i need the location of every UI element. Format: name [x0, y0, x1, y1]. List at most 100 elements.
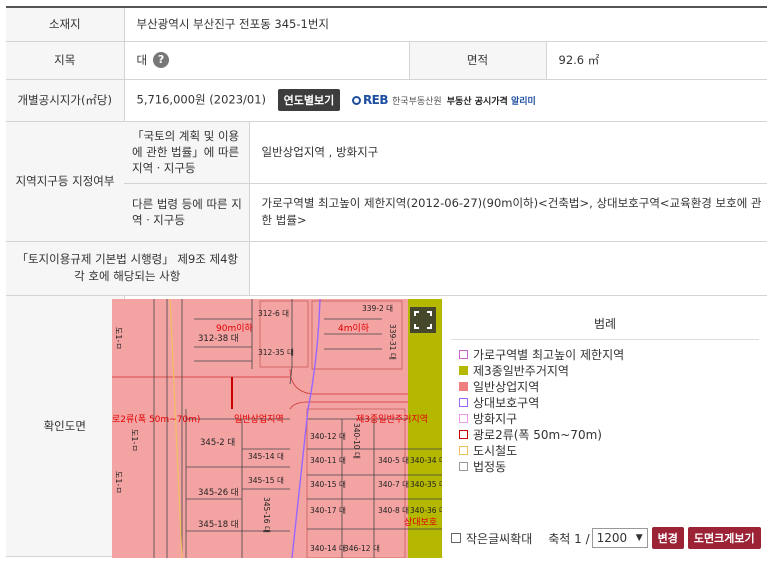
legend-item: 도시철도 — [459, 443, 624, 459]
legend-item-label: 방화지구 — [473, 412, 518, 426]
fullscreen-icon[interactable] — [410, 307, 436, 333]
parcel-label: 312-38 대 — [198, 334, 239, 344]
value-price: 5,716,000원 (2023/01) — [136, 92, 267, 107]
legend-footer: 작은글씨확대 축척 1 / 1200 ▼ 변경 도면크게보기 — [451, 527, 763, 549]
parcel-label: 340-10 대 — [352, 423, 361, 459]
parcel-label: 345-2 대 — [200, 438, 235, 448]
legend-item: 일반상업지역 — [459, 379, 624, 395]
reb-alarm-suffix: 알리미 — [510, 96, 536, 107]
enlarge-map-button[interactable]: 도면크게보기 — [687, 527, 761, 549]
legend-swatch-icon — [459, 414, 468, 423]
change-scale-button[interactable]: 변경 — [651, 527, 684, 549]
reb-link[interactable]: REB 한국부동산원 부동산 공시가격 알리미 — [351, 93, 536, 107]
yearly-view-button[interactable]: 연도별보기 — [277, 89, 341, 111]
chevron-down-icon: ▼ — [635, 533, 643, 543]
row-enforce: 「토지이용규제 기본법 시행령」 제9조 제4항 각 호에 해당되는 사항 — [6, 240, 768, 296]
road-label: 도1-ㅁ — [114, 327, 123, 350]
value-address: 부산광역시 부산진구 전포동 345-1번지 — [123, 6, 768, 42]
reb-alarm-prefix: 부동산 공시가격 — [446, 96, 508, 107]
parcel-label: 345-18 대 — [198, 520, 239, 530]
scale-select[interactable]: 1200 ▼ — [591, 528, 648, 548]
legend-item-label: 가로구역별 최고높이 제한지역 — [473, 348, 625, 362]
parcel-label: 340-8 대 — [378, 506, 409, 515]
row-zone-1: 지역지구등 지정여부 「국토의 계획 및 이용에 관한 법률」에 따른 지역ㆍ지… — [6, 120, 768, 242]
legend-swatch-icon — [459, 398, 468, 407]
help-icon[interactable]: ? — [153, 52, 170, 69]
reb-alarm: 부동산 공시가격 알리미 — [447, 94, 536, 107]
legend-item: 법정동 — [459, 459, 624, 475]
legend-swatch-icon — [459, 462, 468, 471]
parcel-label: 340-34 대 — [410, 456, 442, 465]
parcel-label: 312-6 대 — [258, 309, 289, 318]
label-zone-sub1: 「국토의 계획 및 이용에 관한 법률」에 따른 지역ㆍ지구등 — [124, 120, 250, 184]
parcel-label: 340-5 대 — [378, 456, 409, 465]
legend-item: 방화지구 — [459, 411, 624, 427]
parcel-label: 339-2 대 — [362, 304, 393, 313]
label-area: 면적 — [408, 40, 546, 80]
reb-org: 한국부동산원 — [392, 96, 442, 107]
label-jimok: 지목 — [6, 40, 124, 80]
value-jimok: 대 — [136, 52, 148, 67]
parcel-label: 345-16 대 — [262, 497, 271, 533]
commercial-zone-label: 일반상업지역 — [234, 414, 284, 425]
label-zone-sub2: 다른 법령 등에 따른 지역ㆍ지구등 — [124, 182, 250, 242]
legend-item-label: 상대보호구역 — [473, 396, 540, 410]
scale-label: 축척 1 / — [548, 531, 590, 546]
label-zone: 지역지구등 지정여부 — [6, 120, 124, 242]
legend-list: 가로구역별 최고높이 제한지역제3종일반주거지역일반상업지역상대보호구역방화지구… — [459, 347, 624, 475]
residential-zone-label: 제3종일반주거지역 — [356, 414, 428, 425]
legend-panel: 범례 가로구역별 최고높이 제한지역제3종일반주거지역일반상업지역상대보호구역방… — [443, 299, 767, 558]
parcel-label: 345-26 대 — [198, 488, 239, 498]
legend-item-label: 광로2류(폭 50m~70m) — [473, 428, 602, 442]
label-price: 개별공시지가(㎡당) — [6, 78, 124, 122]
value-zone-sub2: 가로구역별 최고높이 제한지역(2012-06-27)(90m이하)<건축법>,… — [249, 182, 768, 242]
value-price-cell: 5,716,000원 (2023/01) 연도별보기 REB 한국부동산원 부동… — [123, 78, 768, 122]
label-address: 소재지 — [6, 6, 124, 42]
road-class-label: 로2류(폭 50m~70m) — [112, 414, 200, 425]
parcel-label: 340-36 대 — [410, 506, 442, 515]
reb-logo: REB — [351, 93, 389, 107]
label-enforce: 「토지이용규제 기본법 시행령」 제9조 제4항 각 호에 해당되는 사항 — [6, 240, 249, 296]
parcel-label: 340-35 대 — [410, 480, 442, 489]
parcel-label: 345-15 대 — [248, 476, 284, 485]
legend-item-label: 제3종일반주거지역 — [473, 364, 569, 378]
zoom-text-checkbox[interactable] — [451, 533, 461, 543]
legend-item-label: 도시철도 — [473, 444, 518, 458]
height-limit-label: 4m이하 — [338, 323, 370, 334]
road-label: 도1-ㅁ — [114, 471, 123, 494]
legend-item-label: 일반상업지역 — [473, 380, 540, 394]
row-price: 개별공시지가(㎡당) 5,716,000원 (2023/01) 연도별보기 RE… — [6, 78, 768, 122]
legend-swatch-icon — [459, 430, 468, 439]
parcel-label: 340-15 대 — [310, 480, 346, 489]
parcel-label: 340-14 대 — [310, 544, 346, 553]
legend-title: 범례 — [593, 317, 617, 331]
reb-logo-icon — [351, 96, 361, 105]
value-enforce — [248, 240, 768, 296]
height-limit-label: 90m이하 — [216, 323, 253, 334]
legend-item-label: 법정동 — [473, 460, 507, 474]
value-jimok-cell: 대? — [123, 40, 409, 80]
parcel-label: 340-12 대 — [310, 432, 346, 441]
road-label: 도1-ㅁ — [130, 429, 139, 452]
row-address: 소재지 부산광역시 부산진구 전포동 345-1번지 — [6, 6, 768, 42]
value-zone-sub1: 일반상업지역 , 방화지구 — [249, 120, 768, 184]
cadastral-map[interactable]: 312-6 대 312-38 대 312-35 대 339-2 대 339-31… — [112, 299, 442, 558]
legend-swatch-icon — [459, 382, 468, 391]
reb-logo-text: REB — [362, 93, 389, 107]
legend-item: 제3종일반주거지역 — [459, 363, 624, 379]
protection-zone-label: 상대보호 — [404, 517, 437, 528]
parcel-label: 312-35 대 — [258, 348, 294, 357]
legend-swatch-icon — [459, 350, 468, 359]
value-area: 92.6 ㎡ — [545, 40, 768, 80]
parcel-label: 340-11 대 — [310, 456, 346, 465]
label-map: 확인도면 — [6, 294, 124, 557]
parcel-label: 340-7 대 — [378, 480, 409, 489]
scale-select-value: 1200 — [596, 531, 628, 545]
parcel-label: 345-14 대 — [248, 452, 284, 461]
row-jimok: 지목 대? 면적 92.6 ㎡ — [6, 40, 768, 80]
legend-item: 가로구역별 최고높이 제한지역 — [459, 347, 624, 363]
zoom-text-label: 작은글씨확대 — [466, 531, 533, 546]
legend-swatch-icon — [459, 446, 468, 455]
parcel-label: 340-17 대 — [310, 506, 346, 515]
parcel-label: 346-12 대 — [344, 544, 380, 553]
